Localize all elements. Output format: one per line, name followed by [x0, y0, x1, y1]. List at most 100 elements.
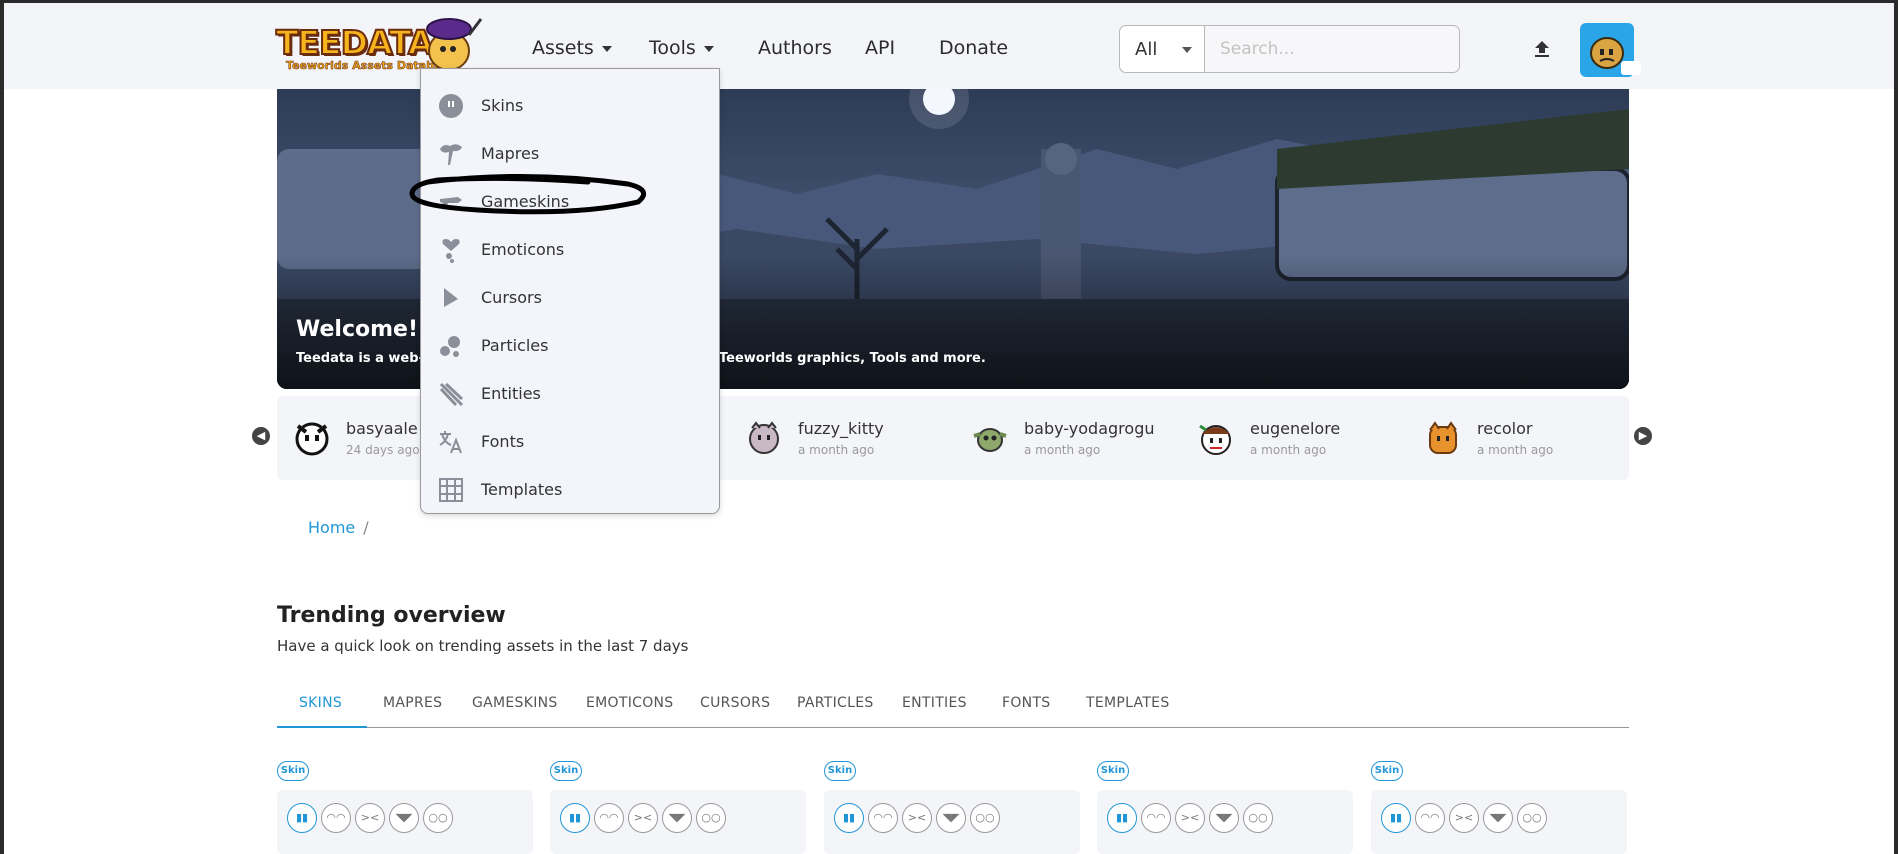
eyes-normal-icon[interactable]: ▮▮	[287, 803, 317, 833]
search-category-value: All	[1135, 39, 1158, 60]
tab-mapres[interactable]: MAPRES	[383, 695, 442, 711]
hero-description-left: Teedata is a web-b	[296, 351, 434, 366]
eyes-normal-icon[interactable]: ▮▮	[1381, 803, 1411, 833]
eyes-pain-icon[interactable]: ><	[1175, 803, 1205, 833]
eyes-angry-icon[interactable]: ◥◤	[1209, 803, 1239, 833]
recent-item[interactable]: baby-yodagrogu a month ago	[972, 418, 1172, 462]
teedata-logo[interactable]: TEEDATA Teeworlds Assets Database	[275, 18, 484, 75]
chevron-down-icon	[703, 45, 714, 52]
recent-item[interactable]: fuzzy_kitty a month ago	[746, 418, 926, 462]
eyes-happy-icon[interactable]: ◠◠	[594, 803, 624, 833]
tab-templates[interactable]: TEMPLATES	[1086, 695, 1170, 711]
eyes-angry-icon[interactable]: ◥◤	[389, 803, 419, 833]
cursor-icon	[444, 288, 458, 307]
nav-authors[interactable]: Authors	[758, 37, 832, 59]
window-frame-right	[1894, 0, 1898, 854]
tab-entities[interactable]: ENTITIES	[902, 695, 967, 711]
eyes-angry-icon[interactable]: ◥◤	[662, 803, 692, 833]
eyes-normal-icon[interactable]: ▮▮	[834, 803, 864, 833]
eyes-surprised-icon[interactable]: ○○	[696, 803, 726, 833]
grid-icon	[439, 478, 463, 502]
nav-donate[interactable]: Donate	[939, 37, 1008, 59]
tab-gameskins[interactable]: GAMESKINS	[472, 695, 558, 711]
skin-card[interactable]: ▮▮ ◠◠ >< ◥◤ ○○	[824, 790, 1080, 854]
carousel-prev-button[interactable]: ◀	[252, 427, 270, 445]
nav-assets[interactable]: Assets	[532, 37, 612, 59]
eyes-surprised-icon[interactable]: ○○	[970, 803, 1000, 833]
nav-assets-label: Assets	[532, 37, 594, 59]
eyes-normal-icon[interactable]: ▮▮	[560, 803, 590, 833]
recent-item-time: a month ago	[1477, 443, 1554, 457]
nav-tools[interactable]: Tools	[649, 37, 714, 59]
eyes-angry-icon[interactable]: ◥◤	[1483, 803, 1513, 833]
menu-item-skins[interactable]: Skins	[421, 81, 719, 129]
eyes-happy-icon[interactable]: ◠◠	[1415, 803, 1445, 833]
nav-authors-label: Authors	[758, 37, 832, 59]
tab-emoticons[interactable]: EMOTICONS	[586, 695, 673, 711]
recent-item[interactable]: eugenelore a month ago	[1198, 418, 1378, 462]
hero-title: Welcome!	[296, 317, 418, 342]
annotation-scribble	[409, 173, 647, 215]
skin-icon	[439, 94, 463, 118]
menu-item-label: Particles	[481, 336, 549, 355]
menu-item-label: Templates	[481, 480, 563, 499]
nav-api[interactable]: API	[865, 37, 895, 59]
skin-tag: Skin	[277, 761, 309, 781]
heart-icon	[442, 239, 460, 263]
carousel-next-button[interactable]: ▶	[1634, 427, 1652, 445]
menu-item-label: Cursors	[481, 288, 542, 307]
menu-item-entities[interactable]: Entities	[421, 369, 719, 417]
eyes-surprised-icon[interactable]: ○○	[1243, 803, 1273, 833]
eyes-surprised-icon[interactable]: ○○	[1517, 803, 1547, 833]
menu-item-mapres[interactable]: Mapres	[421, 129, 719, 177]
menu-item-label: Mapres	[481, 144, 540, 163]
tab-fonts[interactable]: FONTS	[1002, 695, 1050, 711]
trending-title: Trending overview	[277, 603, 506, 628]
search-bar: All	[1119, 25, 1460, 73]
eyes-normal-icon[interactable]: ▮▮	[1107, 803, 1137, 833]
eyes-pain-icon[interactable]: ><	[1449, 803, 1479, 833]
eyes-happy-icon[interactable]: ◠◠	[868, 803, 898, 833]
skin-card[interactable]: ▮▮ ◠◠ >< ◥◤ ○○	[1371, 790, 1627, 854]
search-category-select[interactable]: All	[1120, 26, 1205, 72]
menu-item-label: Skins	[481, 96, 524, 115]
nav-tools-label: Tools	[649, 37, 696, 59]
eyes-pain-icon[interactable]: ><	[355, 803, 385, 833]
skin-card[interactable]: ▮▮ ◠◠ >< ◥◤ ○○	[550, 790, 806, 854]
eyes-angry-icon[interactable]: ◥◤	[936, 803, 966, 833]
eyes-pain-icon[interactable]: ><	[628, 803, 658, 833]
menu-item-label: Entities	[481, 384, 541, 403]
assets-dropdown-menu: Skins Mapres Gameskins Emoticons Cursors…	[420, 68, 720, 514]
recent-item-time: a month ago	[1250, 443, 1327, 457]
chevron-down-icon	[1182, 47, 1192, 53]
particles-icon	[440, 336, 460, 357]
upload-icon[interactable]	[1530, 37, 1554, 61]
breadcrumb-home-link[interactable]: Home	[308, 518, 355, 537]
tab-particles[interactable]: PARTICLES	[797, 695, 874, 711]
entities-icon	[439, 382, 464, 407]
menu-item-cursors[interactable]: Cursors	[421, 273, 719, 321]
tab-skins[interactable]: SKINS	[299, 695, 342, 711]
tab-cursors[interactable]: CURSORS	[700, 695, 770, 711]
skin-card[interactable]: ▮▮ ◠◠ >< ◥◤ ○○	[277, 790, 533, 854]
eyes-happy-icon[interactable]: ◠◠	[321, 803, 351, 833]
tee-skin-icon	[1429, 421, 1457, 454]
window-frame-left	[0, 0, 4, 854]
recent-item[interactable]: recolor a month ago	[1425, 418, 1585, 462]
menu-item-templates[interactable]: Templates	[421, 465, 719, 513]
skin-tag: Skin	[1371, 761, 1403, 781]
menu-item-label: Emoticons	[481, 240, 565, 259]
hero-description-right: Teeworlds graphics, Tools and more.	[719, 351, 986, 366]
eyes-pain-icon[interactable]: ><	[902, 803, 932, 833]
camera-icon	[1621, 61, 1641, 75]
menu-item-emoticons[interactable]: Emoticons	[421, 225, 719, 273]
menu-item-fonts[interactable]: Fonts	[421, 417, 719, 465]
menu-item-particles[interactable]: Particles	[421, 321, 719, 369]
search-input[interactable]	[1206, 26, 1459, 72]
nav-donate-label: Donate	[939, 37, 1009, 59]
logo-text: TEEDATA	[275, 22, 434, 63]
eyes-happy-icon[interactable]: ◠◠	[1141, 803, 1171, 833]
eyes-surprised-icon[interactable]: ○○	[423, 803, 453, 833]
skin-card[interactable]: ▮▮ ◠◠ >< ◥◤ ○○	[1097, 790, 1353, 854]
translate-icon	[439, 431, 462, 454]
